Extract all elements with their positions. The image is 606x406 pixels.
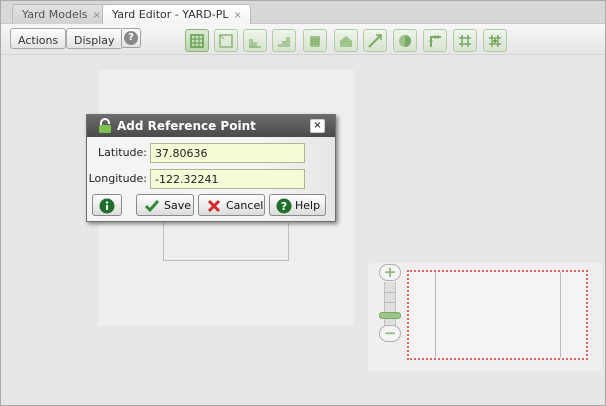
zoom-control: + −	[379, 264, 401, 342]
latitude-label: Latitude:	[98, 146, 147, 159]
lock-icon	[99, 118, 111, 133]
longitude-input[interactable]	[150, 169, 305, 189]
minimap-track-line	[435, 272, 436, 358]
corner-track-icon	[429, 35, 441, 47]
stairs-tool-button[interactable]	[272, 29, 296, 52]
line-tool-button[interactable]	[363, 29, 387, 52]
zoom-tick	[385, 292, 395, 293]
corner-track-button[interactable]	[423, 29, 447, 52]
cancel-button[interactable]: Cancel	[198, 194, 265, 216]
add-reference-point-dialog: Add Reference Point × Latitude: Longitud…	[86, 114, 336, 222]
actions-button[interactable]: Actions	[10, 28, 67, 49]
minimap-track-line	[560, 272, 561, 358]
zoom-in-button[interactable]: +	[379, 264, 401, 281]
zoom-tick	[385, 302, 395, 303]
cross-track-icon	[489, 35, 501, 47]
tab-label: Yard Models	[22, 8, 88, 21]
building-tool-icon	[310, 36, 320, 47]
stairs-tool-icon	[278, 37, 290, 47]
shed-tool-button[interactable]	[334, 29, 358, 52]
display-button[interactable]: Display	[66, 28, 123, 49]
tab-label: Yard Editor - YARD-PL	[112, 8, 229, 21]
help-dialog-button[interactable]: ? Help	[269, 194, 326, 216]
building-tool-button[interactable]	[303, 29, 327, 52]
help-icon: ?	[124, 31, 138, 45]
cancel-x-icon	[207, 199, 221, 213]
tab-yard-editor[interactable]: Yard Editor - YARD-PL ×	[102, 4, 251, 25]
dialog-title: Add Reference Point	[117, 119, 256, 133]
save-label: Save	[164, 199, 192, 212]
junction-track-button[interactable]	[453, 29, 477, 52]
close-icon[interactable]: ×	[93, 10, 101, 21]
tab-strip: Yard Models × Yard Editor - YARD-PL ×	[1, 1, 605, 25]
area-tool-button[interactable]	[243, 29, 267, 52]
close-icon[interactable]: ×	[234, 10, 242, 21]
yard-outline	[163, 223, 289, 261]
junction-track-icon	[459, 35, 471, 47]
cross-track-button[interactable]	[483, 29, 507, 52]
zoom-slider-thumb[interactable]	[379, 312, 401, 319]
zoom-slider-track[interactable]	[384, 282, 396, 326]
dialog-close-button[interactable]: ×	[310, 119, 325, 133]
save-button[interactable]: Save	[136, 194, 194, 216]
rectangle-tool-button[interactable]	[214, 29, 238, 52]
info-button[interactable]	[92, 194, 122, 216]
close-icon: ×	[313, 120, 322, 131]
line-tool-icon	[368, 34, 382, 48]
longitude-label: Longitude:	[88, 172, 147, 185]
circle-tool-button[interactable]	[393, 29, 417, 52]
info-icon	[99, 198, 115, 214]
yard-editor-app: Yard Models × Yard Editor - YARD-PL × Acti…	[0, 0, 606, 406]
help-label: Help	[295, 199, 321, 212]
circle-tool-icon	[399, 35, 411, 47]
cancel-label: Cancel	[226, 199, 264, 212]
latitude-input[interactable]	[150, 143, 305, 163]
tab-yard-models[interactable]: Yard Models ×	[12, 4, 110, 24]
rectangle-tool-icon	[219, 34, 233, 48]
help-icon: ?	[276, 198, 292, 214]
help-button[interactable]: ?	[121, 28, 141, 48]
select-tool-button[interactable]	[185, 29, 209, 52]
zoom-out-button[interactable]: −	[379, 325, 401, 342]
shed-tool-icon	[340, 36, 352, 47]
dialog-titlebar[interactable]: Add Reference Point ×	[87, 115, 335, 137]
area-tool-icon	[249, 39, 261, 48]
minimap-viewport[interactable]	[407, 270, 588, 360]
svg-text:?: ?	[281, 200, 287, 213]
select-tool-icon	[190, 34, 204, 48]
checkmark-icon	[144, 200, 160, 213]
dialog-body: Latitude: Longitude: Save Cancel ? Help	[87, 137, 335, 221]
